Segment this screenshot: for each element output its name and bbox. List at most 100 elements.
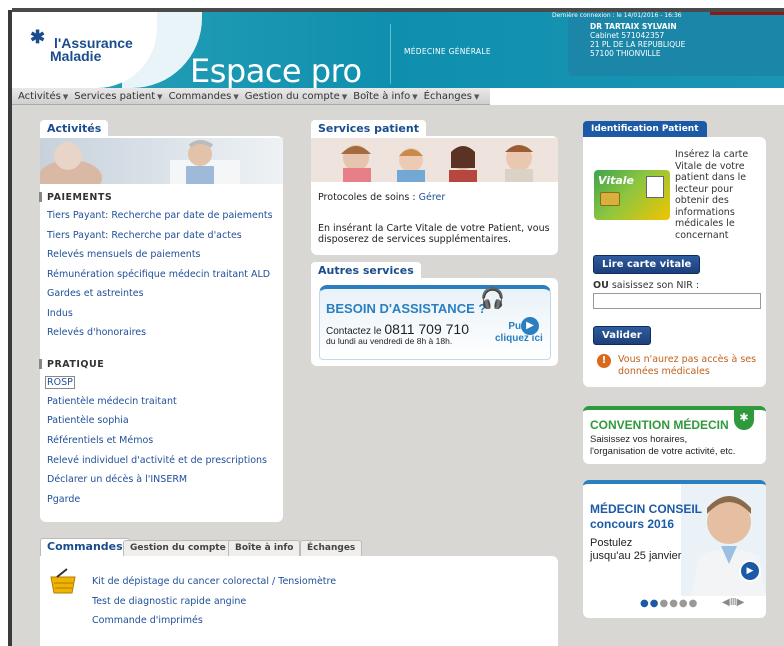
chevron-down-icon: ▼ xyxy=(474,93,480,101)
doctor-address-line1: 21 PL DE LA REPUBLIQUE xyxy=(590,40,686,49)
vitale-info-line2: disposerez de services supplémentaires. xyxy=(318,234,512,245)
tab-autres-services[interactable]: Autres services xyxy=(311,262,421,278)
nir-label-row: OU saisissez son NIR : xyxy=(593,280,699,291)
link-referentiels[interactable]: Référentiels et Mémos xyxy=(47,435,153,446)
link-releve-individuel[interactable]: Relevé individuel d'activité et de presc… xyxy=(47,455,267,466)
specialty-label: MÉDECINE GÉNÉRALE xyxy=(404,47,491,56)
card-chip-icon xyxy=(600,192,620,206)
carousel-dot[interactable]: ● xyxy=(650,598,660,609)
link-deces-inserm[interactable]: Déclarer un décès à l'INSERM xyxy=(47,474,187,485)
valider-button[interactable]: Valider xyxy=(593,326,651,345)
carousel-dots[interactable]: ●●●●●● xyxy=(640,598,698,609)
logo-line2: Maladie xyxy=(50,48,102,64)
nir-label: saisissez son NIR : xyxy=(611,280,700,291)
instr-line: médicales le xyxy=(675,218,735,229)
instr-line: patient dans le xyxy=(675,172,747,183)
conseil-line1: Postulez xyxy=(590,537,633,549)
nav-commandes[interactable]: Commandes ▼ xyxy=(163,88,239,102)
nav-label: Activités xyxy=(18,91,61,102)
phone-number: 0811 709 710 xyxy=(384,321,469,337)
nav-label: Commandes xyxy=(168,91,232,102)
basket-icon xyxy=(50,568,76,594)
link-patientele-sophia[interactable]: Patientèle sophia xyxy=(47,415,129,426)
nav-echanges[interactable]: Échanges ▼ xyxy=(418,88,480,102)
instr-line: obtenir des xyxy=(675,195,729,206)
carousel-controls-icon[interactable]: ◀Ⅲ▶ xyxy=(722,597,744,608)
warning-line2: données médicales xyxy=(618,366,710,377)
instr-line: Insérez la carte xyxy=(675,149,749,160)
headset-icon: 🎧 xyxy=(480,286,505,310)
tab-activites[interactable]: Activités xyxy=(40,120,109,136)
vitale-card-label: Vitale xyxy=(598,174,635,187)
assistance-title: BESOIN D'ASSISTANCE ? xyxy=(326,301,487,316)
link-patientele-mt[interactable]: Patientèle médecin traitant xyxy=(47,396,177,407)
doctor-photo xyxy=(40,138,283,184)
instr-line: lecteur pour xyxy=(675,183,733,195)
instr-line: informations xyxy=(675,206,735,218)
link-kit-depistage[interactable]: Kit de dépistage du cancer colorectal / … xyxy=(92,576,336,587)
contact-line: Contactez le 0811 709 710 xyxy=(326,321,469,337)
nav-gestion-compte[interactable]: Gestion du compte ▼ xyxy=(239,88,347,102)
cliquez-label: cliquez ici xyxy=(495,333,543,344)
conseil-title: MÉDECIN CONSEIL concours 2016 xyxy=(590,502,702,532)
lire-carte-vitale-button[interactable]: Lire carte vitale xyxy=(593,255,701,274)
warning-icon: ! xyxy=(597,354,611,368)
link-pgarde[interactable]: Pgarde xyxy=(47,494,80,505)
conseil-line2: jusqu'au 25 janvier xyxy=(590,550,682,562)
link-test-angine[interactable]: Test de diagnostic rapide angine xyxy=(92,596,246,607)
nav-activites[interactable]: Activités ▼ xyxy=(12,88,68,102)
conseil-text: Postulez jusqu'au 25 janvier xyxy=(590,537,681,563)
tab-identification-patient[interactable]: Identification Patient xyxy=(583,121,707,137)
link-rosp[interactable]: ROSP xyxy=(45,376,75,389)
instr-line: Vitale de votre xyxy=(675,160,745,172)
nav-label: Gestion du compte xyxy=(244,91,340,102)
carousel-dot-active[interactable]: ● xyxy=(640,598,650,609)
vitale-info-line1: En insérant la Carte Vitale de votre Pat… xyxy=(318,223,550,234)
link-tp-actes[interactable]: Tiers Payant: Recherche par date d'actes xyxy=(47,230,242,241)
warning-text: Vous n'aurez pas accès à ses données méd… xyxy=(618,354,756,378)
protocoles-label: Protocoles de soins : xyxy=(318,192,416,203)
doctor-name: DR TARTAIX SYLVAIN xyxy=(590,22,677,31)
link-commande-imprimes[interactable]: Commande d'imprimés xyxy=(92,615,203,626)
tab-boite-info[interactable]: Boîte à info xyxy=(228,540,301,556)
nav-label: Services patient xyxy=(74,91,156,102)
conseil-title-line1: MÉDECIN CONSEIL xyxy=(590,502,703,516)
shield-icon: ✱ xyxy=(734,408,754,430)
nav-boite-info[interactable]: Boîte à info ▼ xyxy=(347,88,417,102)
conseil-title-line2: concours 2016 xyxy=(590,517,675,531)
convention-line2: l'organisation de votre activité, etc. xyxy=(590,446,736,457)
tab-gestion-compte[interactable]: Gestion du compte xyxy=(123,540,233,556)
assistance-hours: du lundi au vendredi de 8h à 18h. xyxy=(326,336,453,346)
link-gardes[interactable]: Gardes et astreintes xyxy=(47,288,144,299)
link-tp-paiements[interactable]: Tiers Payant: Recherche par date de paie… xyxy=(47,210,273,221)
tab-services-patient[interactable]: Services patient xyxy=(311,120,426,136)
nav-services-patient[interactable]: Services patient ▼ xyxy=(68,88,162,102)
vitale-instructions: Insérez la carte Vitale de votre patient… xyxy=(675,149,748,241)
link-gerer[interactable]: Gérer xyxy=(419,192,446,203)
main-nav: Activités ▼ Services patient ▼ Commandes ▼ Ges… xyxy=(12,88,490,105)
convention-title: CONVENTION MÉDECIN xyxy=(590,418,729,432)
header: ✱ l'Assurance Maladie Espace pro MÉDECIN… xyxy=(12,12,784,90)
tab-commandes[interactable]: Commandes xyxy=(40,538,130,556)
link-releves-mensuels[interactable]: Relevés mensuels de paiements xyxy=(47,249,201,260)
nir-input[interactable] xyxy=(593,293,761,309)
logo[interactable]: ✱ l'Assurance Maladie xyxy=(30,28,133,64)
convention-line1: Saisissez vos horaires, xyxy=(590,434,688,445)
section-pratique: PRATIQUE xyxy=(38,359,105,370)
header-divider xyxy=(390,24,391,84)
tab-echanges[interactable]: Échanges xyxy=(300,540,363,556)
warning-line1: Vous n'aurez pas accès à ses xyxy=(618,354,757,365)
doctor-cabinet: Cabinet 571042357 xyxy=(590,31,665,40)
nav-label: Échanges xyxy=(423,91,473,102)
card-photo xyxy=(646,176,664,198)
link-indus[interactable]: Indus xyxy=(47,308,73,319)
instr-line: concernant xyxy=(675,229,729,241)
link-releves-honoraires[interactable]: Relevés d'honoraires xyxy=(47,327,146,338)
convention-text: Saisissez vos horaires, l'organisation d… xyxy=(590,434,735,458)
link-remuneration-ald[interactable]: Rémunération spécifique médecin traitant… xyxy=(47,269,270,280)
doctor-address-line2: 57100 THIONVILLE xyxy=(590,49,661,58)
play-icon[interactable]: ▶ xyxy=(739,560,761,582)
protocoles-row: Protocoles de soins : Gérer xyxy=(318,192,445,203)
play-icon[interactable]: ▶ xyxy=(521,317,539,335)
patients-photo xyxy=(311,138,558,182)
